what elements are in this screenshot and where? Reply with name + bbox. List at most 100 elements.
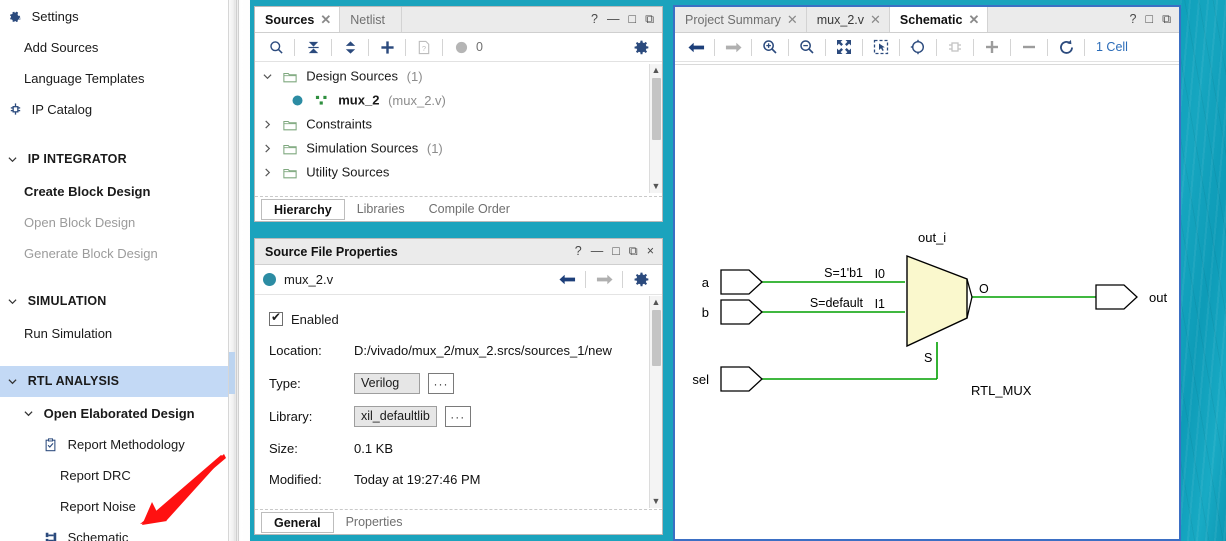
sidebar-item-create-block-design[interactable]: Create Block Design [0, 175, 228, 206]
type-field[interactable]: Verilog [354, 373, 420, 394]
mux-symbol[interactable] [906, 254, 973, 348]
gear-icon[interactable] [628, 268, 654, 292]
scroll-thumb[interactable] [651, 310, 661, 366]
cell-count-label[interactable]: 1 Cell [1090, 40, 1128, 54]
float-icon[interactable]: ⧉ [1162, 13, 1171, 26]
maximize-icon[interactable]: □ [629, 13, 637, 26]
type-browse-button[interactable]: ··· [428, 373, 454, 394]
sidebar-item-label: Report DRC [60, 468, 131, 484]
close-icon[interactable]: × [647, 245, 654, 258]
gear-icon[interactable] [628, 35, 654, 59]
tab-label: Sources [265, 12, 315, 27]
scroll-down-icon[interactable]: ▼ [652, 495, 661, 508]
reload-icon[interactable] [1053, 35, 1079, 59]
tree-row[interactable]: Simulation Sources (1) [255, 136, 662, 160]
schematic-canvas[interactable]: a b sel out out_i RTL_MUX I0 I1 S O S=1'… [675, 64, 1179, 539]
tab-netlist[interactable]: Netlist [340, 7, 393, 32]
search-icon[interactable] [263, 35, 289, 59]
zoom-in-icon[interactable] [757, 35, 783, 59]
sidebar-item-ip-catalog[interactable]: IP Catalog [0, 93, 228, 124]
sidebar-section-label: SIMULATION [27, 294, 107, 309]
tab-compile-order[interactable]: Compile Order [417, 197, 522, 221]
chevron-down-icon[interactable] [263, 72, 279, 81]
sidebar-item-report-drc[interactable]: Report DRC [0, 459, 228, 490]
back-icon[interactable] [683, 35, 709, 59]
minimize-icon[interactable]: — [607, 13, 620, 26]
output-port-out[interactable] [1095, 284, 1138, 310]
field-value: Today at 19:27:46 PM [354, 472, 481, 487]
sidebar-item-schematic[interactable]: Schematic [0, 521, 228, 541]
chevron-right-icon[interactable] [263, 120, 279, 129]
sidebar-item-report-methodology[interactable]: Report Methodology [0, 428, 228, 459]
maximize-icon[interactable]: □ [1146, 13, 1154, 26]
sidebar-item-language-templates[interactable]: Language Templates [0, 62, 228, 93]
tab-schematic[interactable]: Schematic ✕ [889, 7, 989, 32]
scroll-up-icon[interactable]: ▲ [652, 296, 661, 309]
sidebar-section-simulation[interactable]: SIMULATION [0, 286, 228, 317]
expand-icon[interactable] [979, 35, 1005, 59]
folder-icon [282, 119, 303, 131]
float-icon[interactable]: ⧉ [629, 245, 638, 258]
sources-tree-scrollbar[interactable]: ▲ ▼ [649, 64, 662, 193]
sidebar-section-ip-integrator[interactable]: IP INTEGRATOR [0, 144, 228, 175]
field-label: Type: [269, 376, 301, 391]
input-port-a[interactable] [720, 269, 763, 295]
maximize-icon[interactable]: □ [612, 245, 620, 258]
enabled-checkbox-row[interactable]: Enabled [269, 304, 662, 334]
input-port-b[interactable] [720, 299, 763, 325]
float-icon[interactable]: ⧉ [645, 13, 654, 26]
collapse-all-icon[interactable] [300, 35, 326, 59]
collapse-icon[interactable] [1016, 35, 1042, 59]
close-icon[interactable]: ✕ [320, 13, 331, 26]
size-row: Size: 0.1 KB [269, 433, 662, 464]
tree-row[interactable]: Design Sources (1) [255, 64, 662, 88]
sidebar-item-settings[interactable]: Settings [0, 0, 228, 31]
forward-icon [720, 35, 746, 59]
scroll-thumb[interactable] [651, 78, 661, 140]
help-icon[interactable]: ? [591, 13, 598, 26]
tab-mux2-v[interactable]: mux_2.v ✕ [807, 7, 890, 32]
sidebar-scroll-thumb[interactable] [229, 352, 235, 394]
tab-project-summary[interactable]: Project Summary ✕ [675, 7, 807, 32]
sidebar-item-run-simulation[interactable]: Run Simulation [0, 317, 228, 348]
minimize-icon[interactable]: — [591, 245, 604, 258]
status-count: 0 [476, 40, 483, 54]
scroll-down-icon[interactable]: ▼ [652, 180, 661, 193]
chevron-right-icon[interactable] [263, 168, 279, 177]
tab-hierarchy[interactable]: Hierarchy [261, 199, 345, 220]
mux-pin-i1: I1 [875, 297, 885, 311]
tab-sources[interactable]: Sources ✕ [255, 7, 341, 32]
scroll-up-icon[interactable]: ▲ [652, 64, 661, 77]
add-sources-icon[interactable] [374, 35, 400, 59]
enabled-checkbox[interactable] [269, 310, 283, 326]
close-icon[interactable]: ✕ [870, 13, 881, 26]
close-icon[interactable]: ✕ [968, 13, 979, 26]
tab-properties[interactable]: Properties [334, 510, 415, 534]
field-label: Location: [269, 343, 322, 358]
sidebar-splitter[interactable] [228, 0, 250, 541]
zoom-out-icon[interactable] [794, 35, 820, 59]
tree-row[interactable]: Constraints [255, 112, 662, 136]
sidebar-section-label: IP INTEGRATOR [27, 152, 127, 167]
sidebar-section-rtl-analysis[interactable]: RTL ANALYSIS [0, 366, 228, 397]
help-icon[interactable]: ? [1130, 13, 1137, 26]
zoom-area-icon[interactable] [868, 35, 894, 59]
chevron-right-icon[interactable] [263, 144, 279, 153]
tab-general[interactable]: General [261, 512, 334, 533]
library-browse-button[interactable]: ··· [444, 406, 471, 427]
tab-libraries[interactable]: Libraries [345, 197, 417, 221]
expand-all-icon[interactable] [337, 35, 363, 59]
sidebar-item-open-elaborated-design[interactable]: Open Elaborated Design [0, 397, 228, 428]
tree-row[interactable]: mux_2 (mux_2.v) [255, 88, 662, 112]
tree-row[interactable]: Utility Sources [255, 160, 662, 184]
sidebar-item-add-sources[interactable]: Add Sources [0, 31, 228, 62]
properties-scrollbar[interactable]: ▲ ▼ [649, 296, 662, 508]
input-port-sel[interactable] [720, 366, 763, 392]
highlight-icon[interactable] [905, 35, 931, 59]
library-field[interactable]: xil_defaultlib [354, 406, 437, 427]
close-icon[interactable]: ✕ [787, 13, 798, 26]
sidebar-item-report-noise[interactable]: Report Noise [0, 490, 228, 521]
arrow-left-icon[interactable] [554, 268, 580, 292]
zoom-fit-icon[interactable] [831, 35, 857, 59]
help-icon[interactable]: ? [575, 245, 582, 258]
